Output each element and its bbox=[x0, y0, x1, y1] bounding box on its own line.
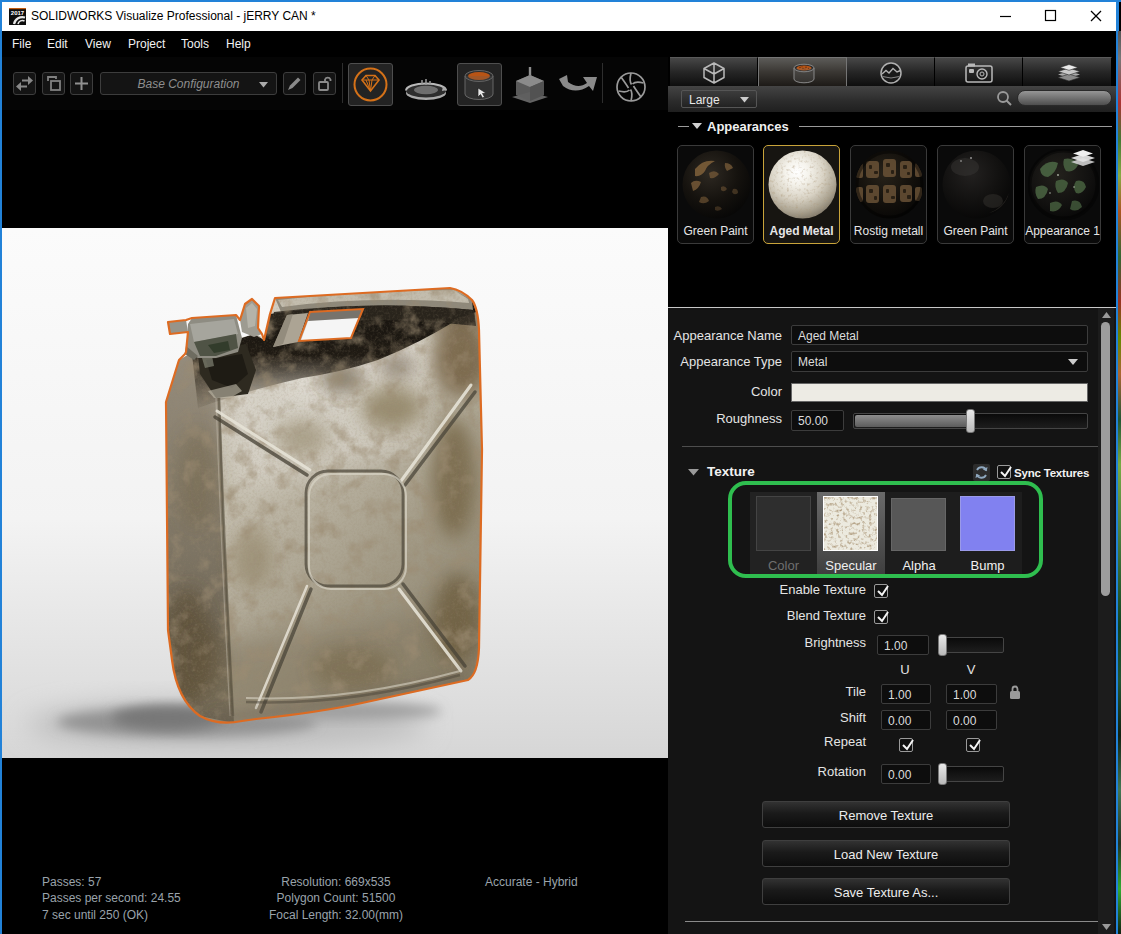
svg-text:2017: 2017 bbox=[11, 10, 25, 16]
